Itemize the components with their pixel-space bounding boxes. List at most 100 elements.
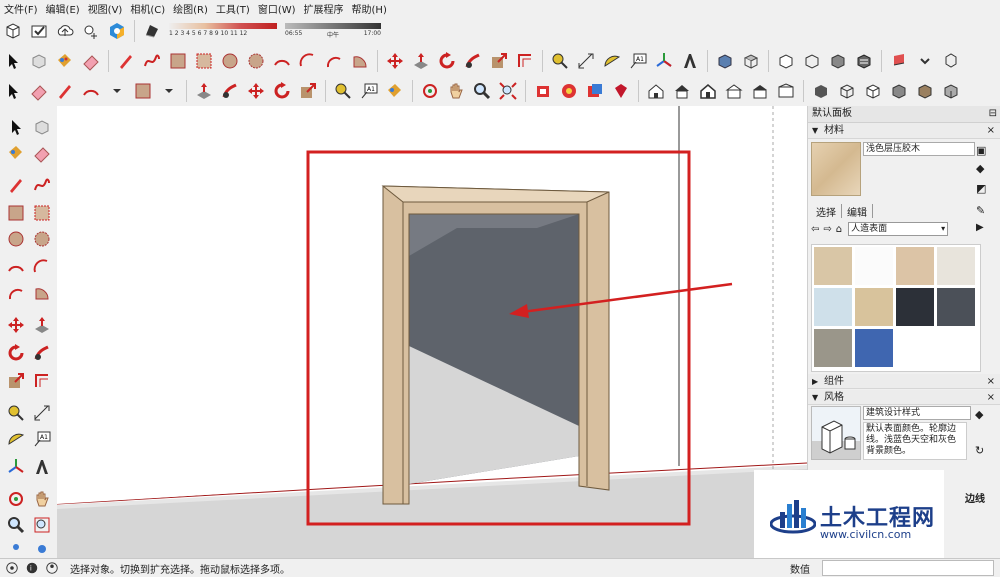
- paint-bucket-icon[interactable]: [54, 50, 76, 72]
- rotated-rectangle-icon[interactable]: [193, 50, 215, 72]
- freehand-tool-icon[interactable]: [31, 174, 53, 196]
- protractor-icon[interactable]: [601, 50, 623, 72]
- top-view-icon[interactable]: [671, 80, 693, 102]
- follow-me-icon-2[interactable]: [219, 80, 241, 102]
- user-account-icon[interactable]: [44, 560, 60, 576]
- tape-measure-icon[interactable]: [549, 50, 571, 72]
- default-material-icon[interactable]: ◩: [976, 182, 986, 195]
- offset-icon[interactable]: [514, 50, 536, 72]
- line-tool-icon[interactable]: [5, 174, 27, 196]
- menu-tools[interactable]: 工具(T): [212, 1, 254, 16]
- monochrome-icon[interactable]: [940, 80, 962, 102]
- menu-help[interactable]: 帮助(H): [348, 1, 391, 16]
- push-pull-icon[interactable]: [410, 50, 432, 72]
- menu-extensions[interactable]: 扩展程序: [300, 1, 348, 16]
- back-view-icon[interactable]: [749, 80, 771, 102]
- view-back-icon[interactable]: [827, 50, 849, 72]
- shadows-toggle-icon[interactable]: [141, 20, 163, 42]
- axes-tool-icon[interactable]: [5, 456, 27, 478]
- iso-view-icon[interactable]: [645, 80, 667, 102]
- material-swatch[interactable]: [814, 329, 852, 367]
- menu-camera[interactable]: 相机(C): [126, 1, 169, 16]
- xray-icon[interactable]: [810, 80, 832, 102]
- update-style-icon[interactable]: ◆: [975, 408, 983, 421]
- menu-window[interactable]: 窗口(W): [254, 1, 300, 16]
- arc-icon[interactable]: [271, 50, 293, 72]
- follow-me-icon[interactable]: [462, 50, 484, 72]
- eraser-icon[interactable]: [80, 50, 102, 72]
- ruby-icon[interactable]: [610, 80, 632, 102]
- arc-dropdown-icon[interactable]: [106, 80, 128, 102]
- material-swatch[interactable]: [937, 288, 975, 326]
- rectangle-icon-2[interactable]: [132, 80, 154, 102]
- dimension-tool-icon[interactable]: [31, 402, 53, 424]
- rectangle-icon[interactable]: [167, 50, 189, 72]
- chevron-down-icon[interactable]: [914, 50, 936, 72]
- share-model-icon[interactable]: [584, 80, 606, 102]
- text-tool-icon[interactable]: A1: [31, 428, 53, 450]
- text-icon-2[interactable]: A1: [358, 80, 380, 102]
- 3d-text-icon[interactable]: [679, 50, 701, 72]
- pie-icon[interactable]: [349, 50, 371, 72]
- material-swatch[interactable]: [855, 247, 893, 285]
- tray-pin-icon[interactable]: ⊟: [989, 106, 997, 122]
- view-top-icon[interactable]: [740, 50, 762, 72]
- components-section-header[interactable]: ▶ 组件 ×: [808, 374, 1000, 389]
- add-location-icon[interactable]: [80, 20, 102, 42]
- materials-close-icon[interactable]: ×: [987, 123, 995, 138]
- menu-draw[interactable]: 绘图(R): [169, 1, 212, 16]
- pan-left-icon[interactable]: [31, 488, 53, 510]
- material-swatch[interactable]: [896, 288, 934, 326]
- orbit-tool-icon[interactable]: [419, 80, 441, 102]
- eraser-icon-2[interactable]: [28, 80, 50, 102]
- rectangle-tool-icon[interactable]: [5, 202, 27, 224]
- material-name-field[interactable]: 浅色层压胶木: [863, 142, 975, 156]
- zoom-window-left-icon[interactable]: [31, 514, 53, 536]
- geolocation-icon[interactable]: [4, 560, 20, 576]
- orbit-left-icon[interactable]: [5, 488, 27, 510]
- menu-file[interactable]: 文件(F): [0, 1, 42, 16]
- left-view-icon[interactable]: [775, 80, 797, 102]
- material-swatch[interactable]: [814, 288, 852, 326]
- menu-view[interactable]: 视图(V): [84, 1, 127, 16]
- polygon-tool-icon[interactable]: [31, 228, 53, 250]
- 3d-viewport[interactable]: [57, 106, 807, 558]
- follow-me-tool-icon[interactable]: [31, 342, 53, 364]
- move-tool-icon[interactable]: [5, 314, 27, 336]
- warehouse-icon[interactable]: [532, 80, 554, 102]
- view-iso-icon[interactable]: [714, 50, 736, 72]
- components-icon[interactable]: [558, 80, 580, 102]
- arc-tool-icon[interactable]: [5, 256, 27, 278]
- rotate-icon[interactable]: [436, 50, 458, 72]
- arc-icon-2[interactable]: [80, 80, 102, 102]
- view-left-icon[interactable]: [853, 50, 875, 72]
- circle-tool-icon[interactable]: [5, 228, 27, 250]
- material-swatch[interactable]: [855, 288, 893, 326]
- view-front-icon[interactable]: [775, 50, 797, 72]
- offset-tool-icon[interactable]: [31, 370, 53, 392]
- shadow-time-slider[interactable]: 06:55 中午 17:00: [285, 20, 381, 42]
- line-pencil-icon[interactable]: [115, 50, 137, 72]
- select-arrow-icon[interactable]: [2, 50, 24, 72]
- scale-icon[interactable]: [488, 50, 510, 72]
- rotate-icon-2[interactable]: [271, 80, 293, 102]
- wireframe-icon[interactable]: [836, 80, 858, 102]
- material-swatch[interactable]: [814, 247, 852, 285]
- menu-edit[interactable]: 编辑(E): [42, 1, 84, 16]
- zoom-extents-icon[interactable]: [497, 80, 519, 102]
- refresh-style-icon[interactable]: ↻: [975, 444, 984, 457]
- measurements-input[interactable]: [822, 560, 994, 576]
- back-icon[interactable]: ⇦: [811, 224, 819, 235]
- style-name-field[interactable]: 建筑设计样式: [863, 406, 971, 420]
- tape-tool-icon[interactable]: [5, 402, 27, 424]
- shape-dropdown-icon[interactable]: [158, 80, 180, 102]
- upload-icon[interactable]: [54, 20, 76, 42]
- material-swatch[interactable]: [855, 329, 893, 367]
- material-swatch[interactable]: [937, 247, 975, 285]
- zoom-icon[interactable]: [471, 80, 493, 102]
- three-point-arc-icon[interactable]: [323, 50, 345, 72]
- check-icon[interactable]: [28, 20, 50, 42]
- rotated-rect-tool-icon[interactable]: [31, 202, 53, 224]
- scale-tool-icon[interactable]: [5, 370, 27, 392]
- protractor-tool-icon[interactable]: [5, 428, 27, 450]
